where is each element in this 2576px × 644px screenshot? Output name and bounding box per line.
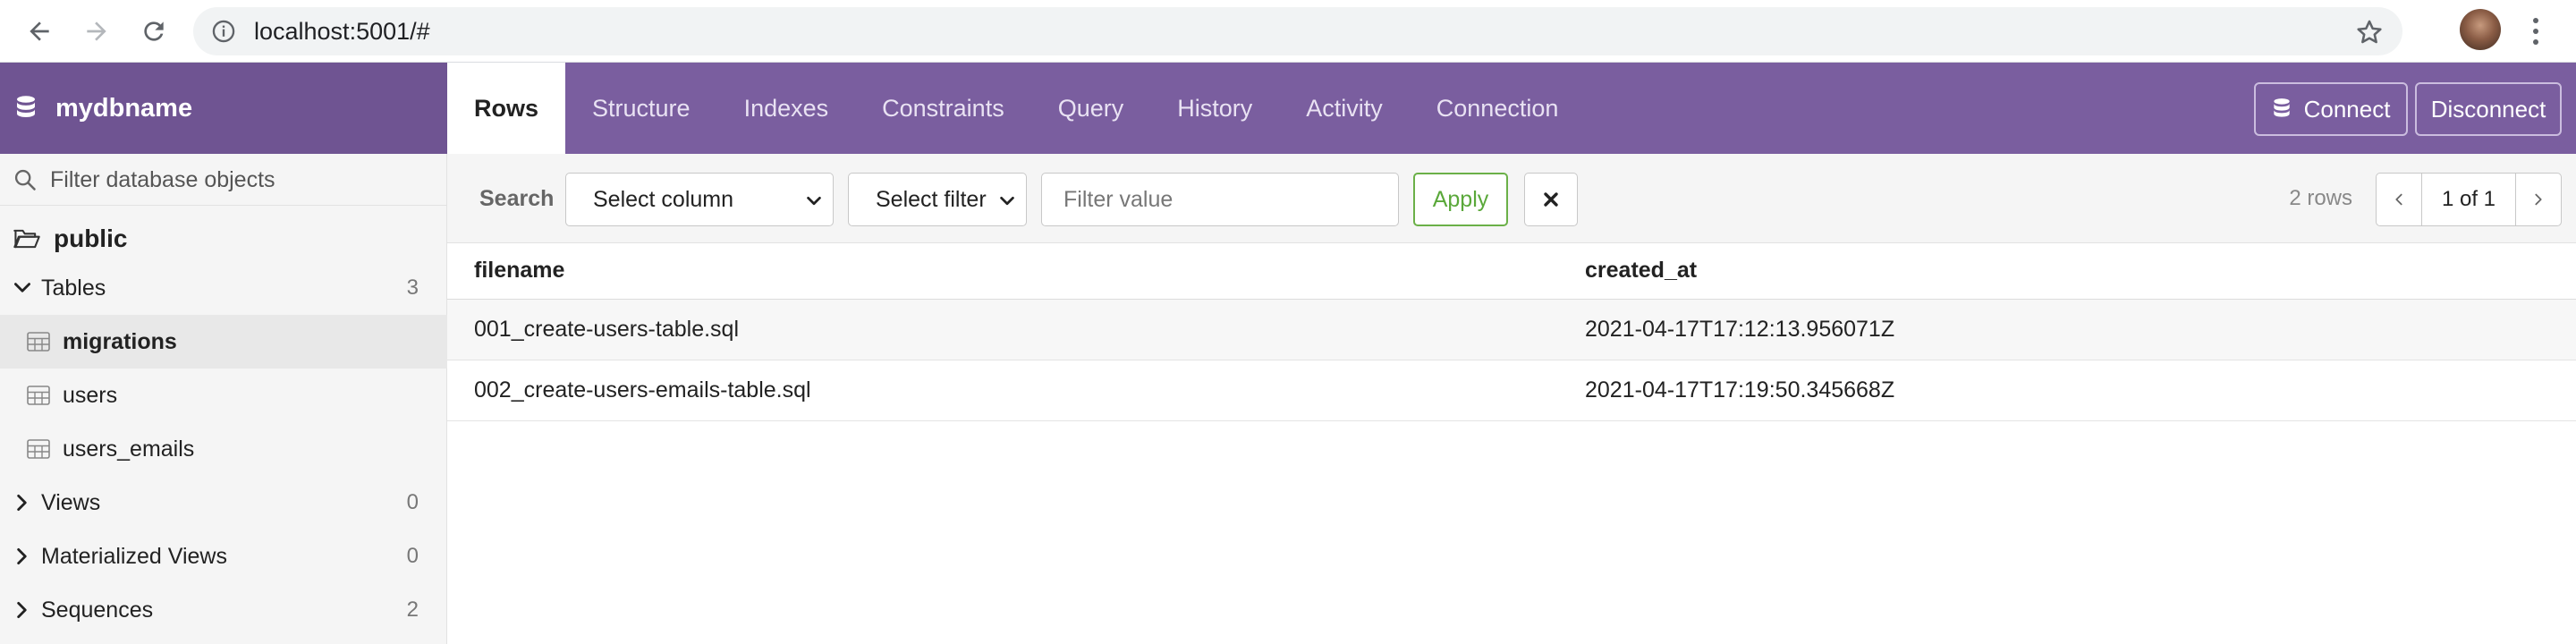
sidebar-section-tables[interactable]: Tables 3 [0, 261, 447, 315]
sidebar: public Tables 3 migrations users users_e… [0, 154, 447, 644]
sidebar-item-users-emails[interactable]: users_emails [0, 422, 447, 476]
table-cell[interactable]: 2021-04-17T17:19:50.345668Z [1558, 360, 2576, 421]
search-label: Search [479, 186, 555, 211]
schema-name: public [54, 225, 128, 252]
chevron-right-icon [17, 548, 27, 564]
back-button[interactable] [20, 12, 59, 51]
select-filter-value: Select filter [876, 186, 987, 212]
url-text: localhost:5001/# [254, 18, 430, 45]
tab-bar: Rows Structure Indexes Constraints Query… [447, 63, 1585, 154]
forward-icon [87, 21, 106, 41]
database-name: mydbname [55, 93, 193, 123]
browser-toolbar: localhost:5001/# [0, 0, 2576, 63]
back-icon [30, 21, 49, 41]
schema-row[interactable]: public [0, 216, 447, 261]
table-name: migrations [63, 328, 177, 354]
table-cell[interactable]: 2021-04-17T17:12:13.956071Z [1558, 299, 2576, 360]
rows-toolbar: Search Select column Select filter Apply… [447, 154, 2576, 243]
reload-icon [144, 21, 164, 41]
column-header[interactable]: created_at [1558, 243, 2576, 300]
tab-activity[interactable]: Activity [1279, 63, 1410, 154]
info-icon[interactable] [211, 19, 236, 44]
table-cell[interactable]: 002_create-users-emails-table.sql [447, 360, 1558, 421]
table-header-row: filename created_at [447, 243, 2576, 300]
results-table: filename created_at 001_create-users-tab… [447, 243, 2576, 421]
table-icon [27, 439, 50, 459]
tab-structure[interactable]: Structure [565, 63, 717, 154]
select-column-dropdown[interactable]: Select column [565, 173, 834, 226]
tab-rows[interactable]: Rows [447, 63, 566, 154]
table-cell[interactable]: 001_create-users-table.sql [447, 299, 1558, 360]
db-brand: mydbname [0, 63, 447, 154]
sidebar-section-materialized-views[interactable]: Materialized Views 0 [0, 530, 447, 583]
address-bar[interactable]: localhost:5001/# [193, 7, 2402, 55]
column-header[interactable]: filename [447, 243, 1558, 300]
table-name: users_emails [63, 436, 195, 462]
apply-button[interactable]: Apply [1413, 173, 1508, 226]
select-column-value: Select column [593, 186, 734, 212]
tab-query[interactable]: Query [1031, 63, 1151, 154]
folder-open-icon [13, 229, 40, 249]
clear-filter-button[interactable] [1524, 173, 1578, 226]
chevron-right-icon [17, 602, 27, 618]
table-row[interactable]: 002_create-users-emails-table.sql 2021-0… [447, 360, 2576, 421]
kebab-menu-icon[interactable] [2522, 11, 2549, 52]
section-count: 0 [406, 544, 419, 568]
section-label: Sequences [41, 597, 154, 623]
sidebar-item-migrations[interactable]: migrations [0, 315, 447, 369]
prev-page-button[interactable] [2377, 174, 2421, 225]
close-icon [1544, 192, 1558, 207]
connect-label: Connect [2303, 95, 2391, 123]
star-icon[interactable] [2354, 17, 2385, 47]
chevron-right-icon [2535, 193, 2542, 206]
table-row[interactable]: 001_create-users-table.sql 2021-04-17T17… [447, 299, 2576, 360]
database-icon [2273, 98, 2290, 117]
select-filter-dropdown[interactable]: Select filter [848, 173, 1027, 226]
app-header: mydbname Rows Structure Indexes Constrai… [0, 63, 2576, 154]
next-page-button[interactable] [2516, 174, 2561, 225]
chevron-left-icon [2395, 193, 2402, 206]
chevron-down-icon [807, 196, 821, 206]
sidebar-section-views[interactable]: Views 0 [0, 476, 447, 530]
sidebar-filter [0, 154, 447, 206]
disconnect-button[interactable]: Disconnect [2415, 82, 2562, 136]
tab-history[interactable]: History [1150, 63, 1279, 154]
section-count: 0 [406, 490, 419, 514]
tab-constraints[interactable]: Constraints [855, 63, 1031, 154]
section-count: 3 [406, 275, 419, 300]
table-icon [27, 386, 50, 405]
chevron-down-icon [1000, 196, 1014, 206]
page-indicator: 1 of 1 [2421, 174, 2516, 225]
section-count: 2 [406, 597, 419, 622]
sidebar-item-users[interactable]: users [0, 369, 447, 422]
chevron-down-icon [14, 283, 30, 292]
main-panel: Search Select column Select filter Apply… [447, 154, 2576, 644]
table-name: users [63, 382, 118, 408]
tab-indexes[interactable]: Indexes [717, 63, 856, 154]
chevron-right-icon [17, 495, 27, 511]
database-icon [17, 96, 35, 117]
filter-objects-input[interactable] [50, 161, 435, 199]
section-label: Materialized Views [41, 543, 227, 569]
rows-count: 2 rows [2289, 186, 2352, 210]
profile-avatar[interactable] [2460, 9, 2501, 50]
sidebar-section-sequences[interactable]: Sequences 2 [0, 583, 447, 637]
section-label: Tables [41, 275, 106, 301]
forward-button[interactable] [77, 12, 116, 51]
search-icon [14, 169, 36, 191]
pagination: 1 of 1 [2376, 173, 2562, 226]
table-icon [27, 332, 50, 352]
reload-button[interactable] [134, 12, 174, 51]
section-label: Views [41, 489, 101, 515]
connect-button[interactable]: Connect [2254, 82, 2408, 136]
tab-connection[interactable]: Connection [1410, 63, 1586, 154]
filter-value-input[interactable] [1041, 173, 1399, 226]
